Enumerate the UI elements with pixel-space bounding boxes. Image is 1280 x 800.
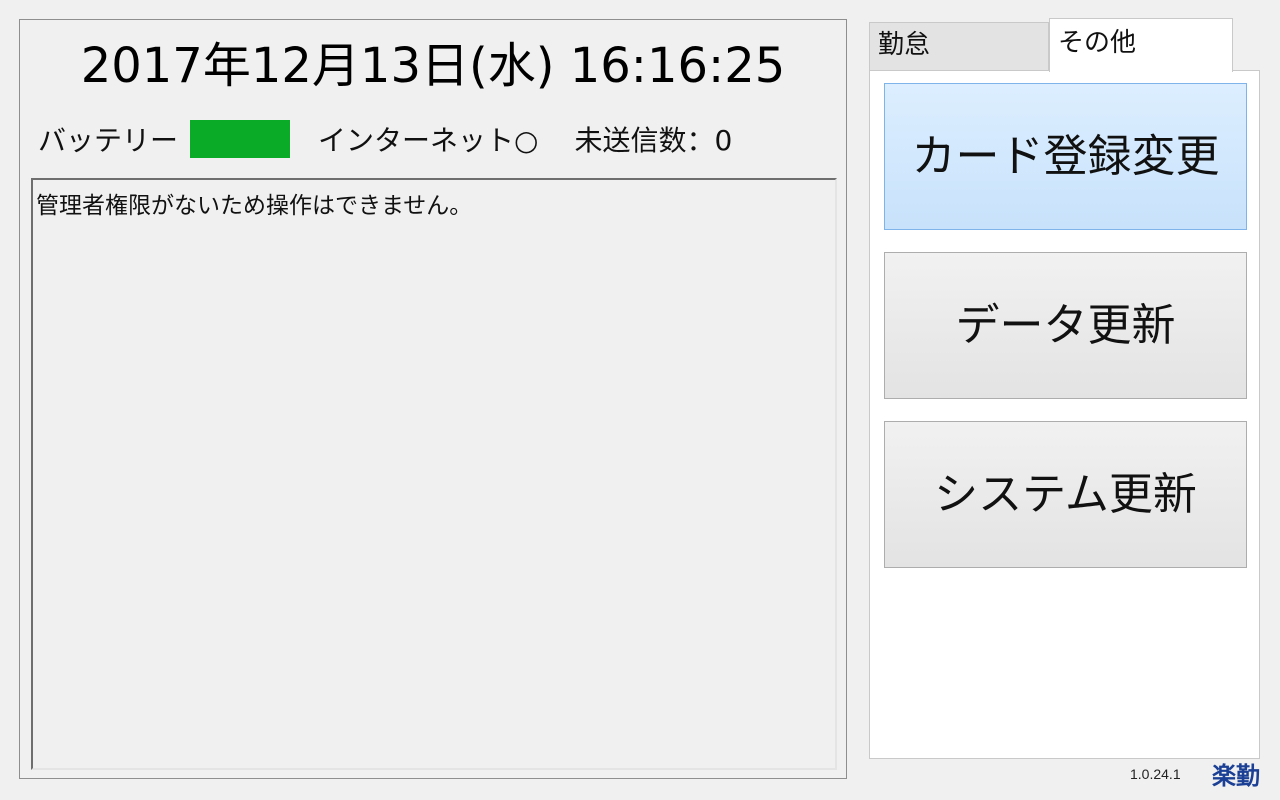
- data-update-button[interactable]: データ更新: [884, 252, 1247, 399]
- internet-status: インターネット○: [318, 124, 539, 157]
- logo-text: 楽勤: [1212, 762, 1260, 790]
- status-panel: 2017年12月13日(水) 16:16:25 バッテリー インターネット○ 未…: [19, 19, 847, 779]
- version-label: 1.0.24.1: [1130, 766, 1181, 782]
- system-update-button[interactable]: システム更新: [884, 421, 1247, 568]
- tab-kintai[interactable]: 勤怠: [869, 22, 1049, 70]
- tab-bar: 勤怠 その他: [869, 18, 1261, 72]
- card-registration-button[interactable]: カード登録変更: [884, 83, 1247, 230]
- battery-label: バッテリー: [38, 124, 179, 157]
- battery-indicator: [190, 120, 291, 158]
- tab-content-other: カード登録変更 データ更新 システム更新: [869, 70, 1260, 759]
- message-text: 管理者権限がないため操作はできません。: [36, 193, 473, 219]
- status-row: バッテリー インターネット○ 未送信数：0: [38, 120, 732, 158]
- clock-display: 2017年12月13日(水) 16:16:25: [80, 38, 786, 94]
- message-area: 管理者権限がないため操作はできません。: [31, 178, 837, 770]
- tab-other[interactable]: その他: [1049, 18, 1233, 72]
- unsent-count: 未送信数：0: [574, 124, 733, 157]
- rakukin-logo-icon: 楽勤: [1212, 762, 1260, 790]
